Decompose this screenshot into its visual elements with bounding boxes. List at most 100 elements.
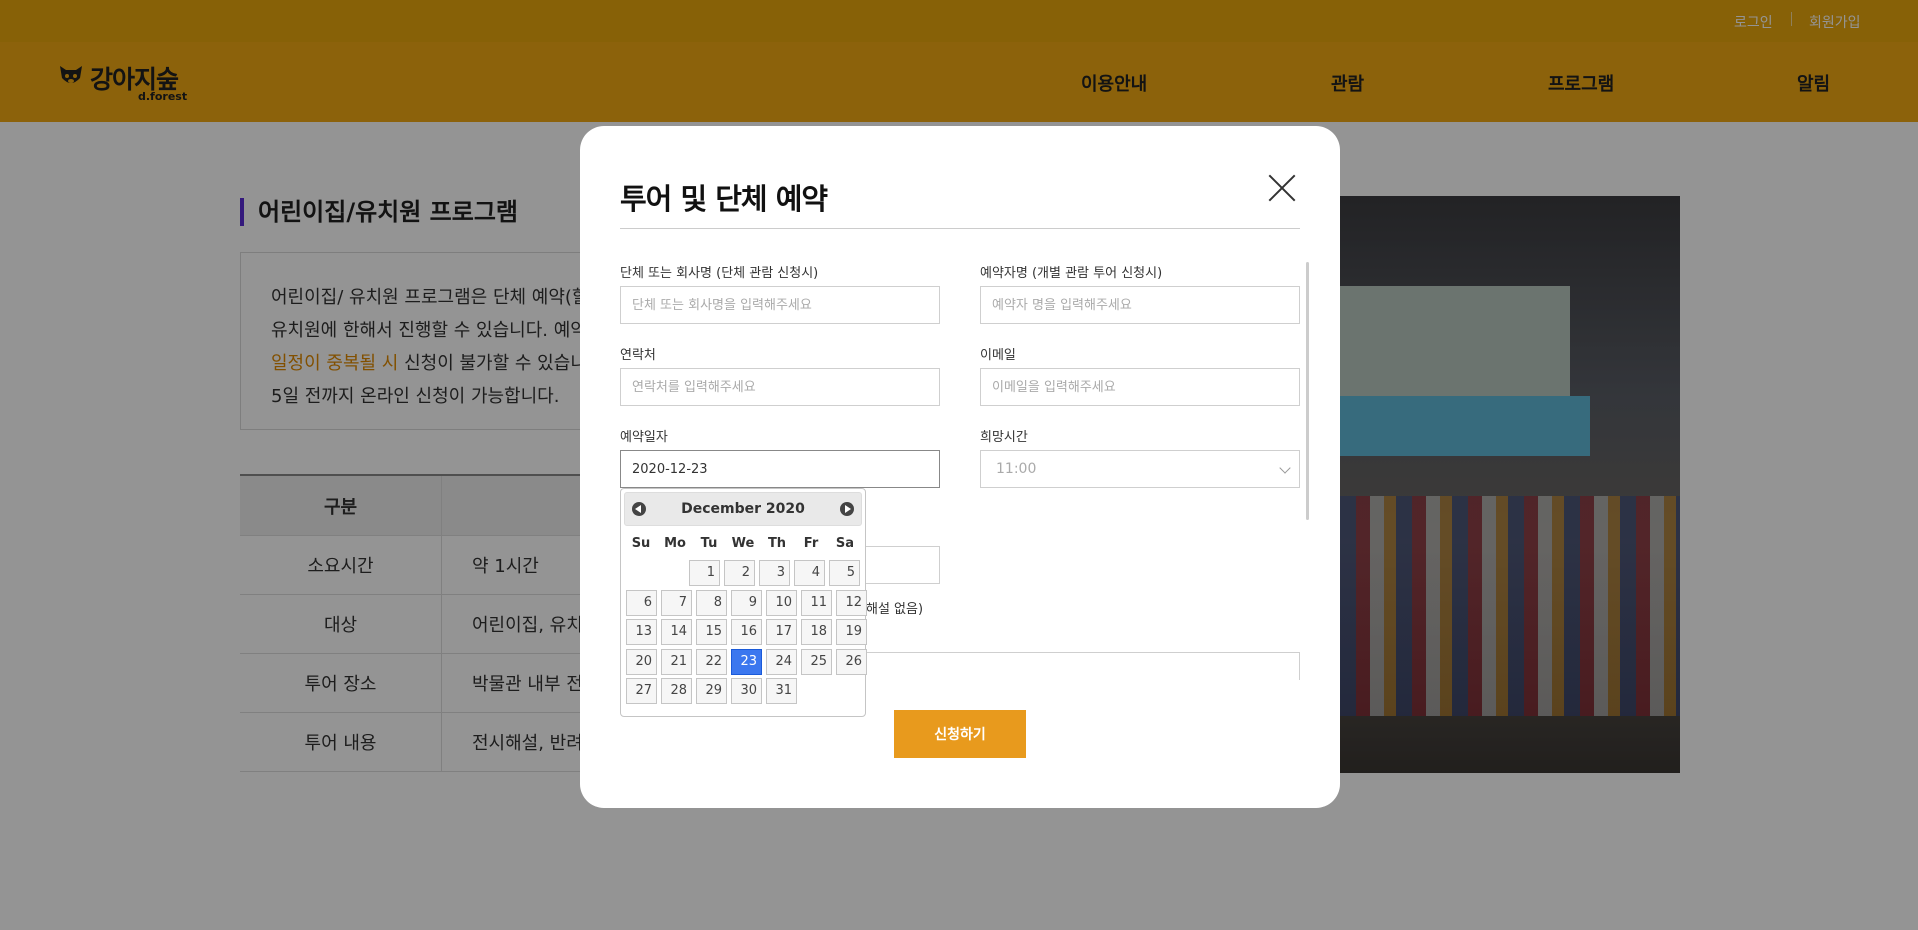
datepicker-header: December 2020 [624,492,862,526]
calendar-week-row: 12345 [624,560,862,590]
calendar-week-row: 27 28 29 30 31 [624,678,862,708]
calendar-cell: 21 [659,648,694,676]
calendar-cell: 16 [729,619,764,646]
weekday-label: Su [631,536,651,551]
email-label: 이메일 [980,348,1016,363]
calendar-day[interactable]: 29 [696,678,727,704]
group-name-input[interactable] [620,286,940,324]
calendar-cell [656,560,688,587]
calendar-day[interactable]: 28 [661,678,692,704]
calendar-cell: 7 [659,589,694,617]
datepicker-month: December 2020 [681,501,805,517]
time-select[interactable]: 11:00 [980,450,1300,488]
next-month-icon[interactable] [840,502,854,516]
form-scrollbar[interactable] [1306,262,1309,520]
calendar-cell: 30 [729,678,764,705]
calendar-day[interactable]: 20 [626,648,657,675]
calendar-day[interactable]: 17 [766,619,797,645]
reserver-name-input[interactable] [980,286,1300,324]
calendar-day[interactable]: 6 [626,589,657,616]
calendar-cell: 10 [764,589,799,617]
email-input[interactable] [980,368,1300,406]
calendar-cell: 17 [764,619,799,646]
calendar-day[interactable]: 22 [696,648,727,675]
title-divider [620,228,1300,229]
calendar-week-row: 13 14 15 16 17 18 19 [624,619,867,649]
calendar-week-row: 6 7 8 9 10 11 12 [624,589,867,620]
datepicker: December 2020 Su Mo Tu We Th Fr Sa 1 2 3 4 5 6 7 8 9 10… [620,488,867,717]
calendar-cell: 5 [827,560,862,587]
tour-option-text: 해설 없음) [866,602,924,617]
calendar-cell: 31 [764,678,799,705]
calendar-cell: 28 [659,678,694,705]
contact-input[interactable] [620,368,940,406]
calendar-cell: 3 [757,560,792,587]
calendar-cell [624,560,656,587]
reserver-name-label: 예약자명 (개별 관람 투어 신청시) [980,266,1163,281]
weekday-header: Su Mo Tu We Th Fr Sa [624,536,862,554]
calendar-day[interactable]: 7 [661,589,692,616]
calendar-cell: 25 [799,648,834,676]
time-select-value: 11:00 [996,461,1037,477]
calendar-day[interactable]: 26 [836,648,867,675]
calendar-cell: 2 [722,560,757,587]
calendar-day[interactable]: 13 [626,619,657,645]
calendar-cell: 9 [729,589,764,617]
calendar-cell: 13 [624,619,659,646]
calendar-day[interactable]: 24 [766,648,797,675]
weekday-label: Th [767,536,787,551]
calendar-day[interactable]: 16 [731,619,762,645]
calendar-day[interactable]: 21 [661,648,692,675]
calendar-day[interactable]: 18 [801,619,832,645]
calendar-cell: 14 [659,619,694,646]
calendar-cell: 20 [624,648,659,676]
modal-title: 투어 및 단체 예약 [620,182,828,216]
calendar-day[interactable]: 1 [689,560,720,586]
calendar-cell: 26 [834,648,869,676]
calendar-cell: 4 [792,560,827,587]
calendar-cell: 18 [799,619,834,646]
date-input[interactable] [620,450,940,488]
chevron-down-icon [1279,462,1291,474]
calendar-day[interactable]: 2 [724,560,755,586]
calendar-cell [831,678,863,705]
weekday-label: Mo [664,536,686,551]
calendar-day[interactable]: 3 [759,560,790,586]
contact-label: 연락처 [620,348,656,363]
close-icon[interactable] [1268,174,1296,202]
calendar-cell: 19 [834,619,869,646]
group-name-label: 단체 또는 회사명 (단체 관람 신청시) [620,266,819,281]
calendar-cell: 1 [687,560,722,587]
calendar-day[interactable]: 8 [696,589,727,616]
calendar-cell: 22 [694,648,729,676]
calendar-cell [799,678,831,705]
calendar-day[interactable]: 25 [801,648,832,675]
calendar-day[interactable]: 10 [766,589,797,616]
calendar-day[interactable]: 30 [731,678,762,704]
calendar-day[interactable]: 15 [696,619,727,645]
calendar-cell: 29 [694,678,729,705]
calendar-cell: 15 [694,619,729,646]
calendar-day[interactable]: 4 [794,560,825,586]
submit-button[interactable]: 신청하기 [894,710,1026,758]
calendar-day[interactable]: 14 [661,619,692,645]
datepicker-grid: 1 2 3 4 5 6 7 8 9 10 11 12 13 14 15 16 17 18 19 20 21 22 23 24 2… [624,560,867,708]
calendar-day[interactable]: 11 [801,589,832,616]
calendar-day[interactable]: 31 [766,678,797,704]
calendar-day[interactable]: 19 [836,619,867,645]
weekday-label: Fr [803,536,819,551]
calendar-day[interactable]: 5 [829,560,860,586]
calendar-cell: 27 [624,678,659,705]
time-label: 희망시간 [980,430,1028,445]
calendar-cell: 11 [799,589,834,617]
weekday-label: Tu [700,536,718,551]
calendar-day-selected[interactable]: 23 [731,648,762,675]
calendar-cell: 23 [729,648,764,676]
calendar-day[interactable]: 12 [836,589,867,616]
date-label: 예약일자 [620,430,668,445]
calendar-week-row: 20 21 22 23 24 25 26 [624,648,867,679]
weekday-label: We [731,536,755,551]
calendar-day[interactable]: 9 [731,589,762,616]
calendar-cell: 6 [624,589,659,617]
calendar-day[interactable]: 27 [626,678,657,704]
